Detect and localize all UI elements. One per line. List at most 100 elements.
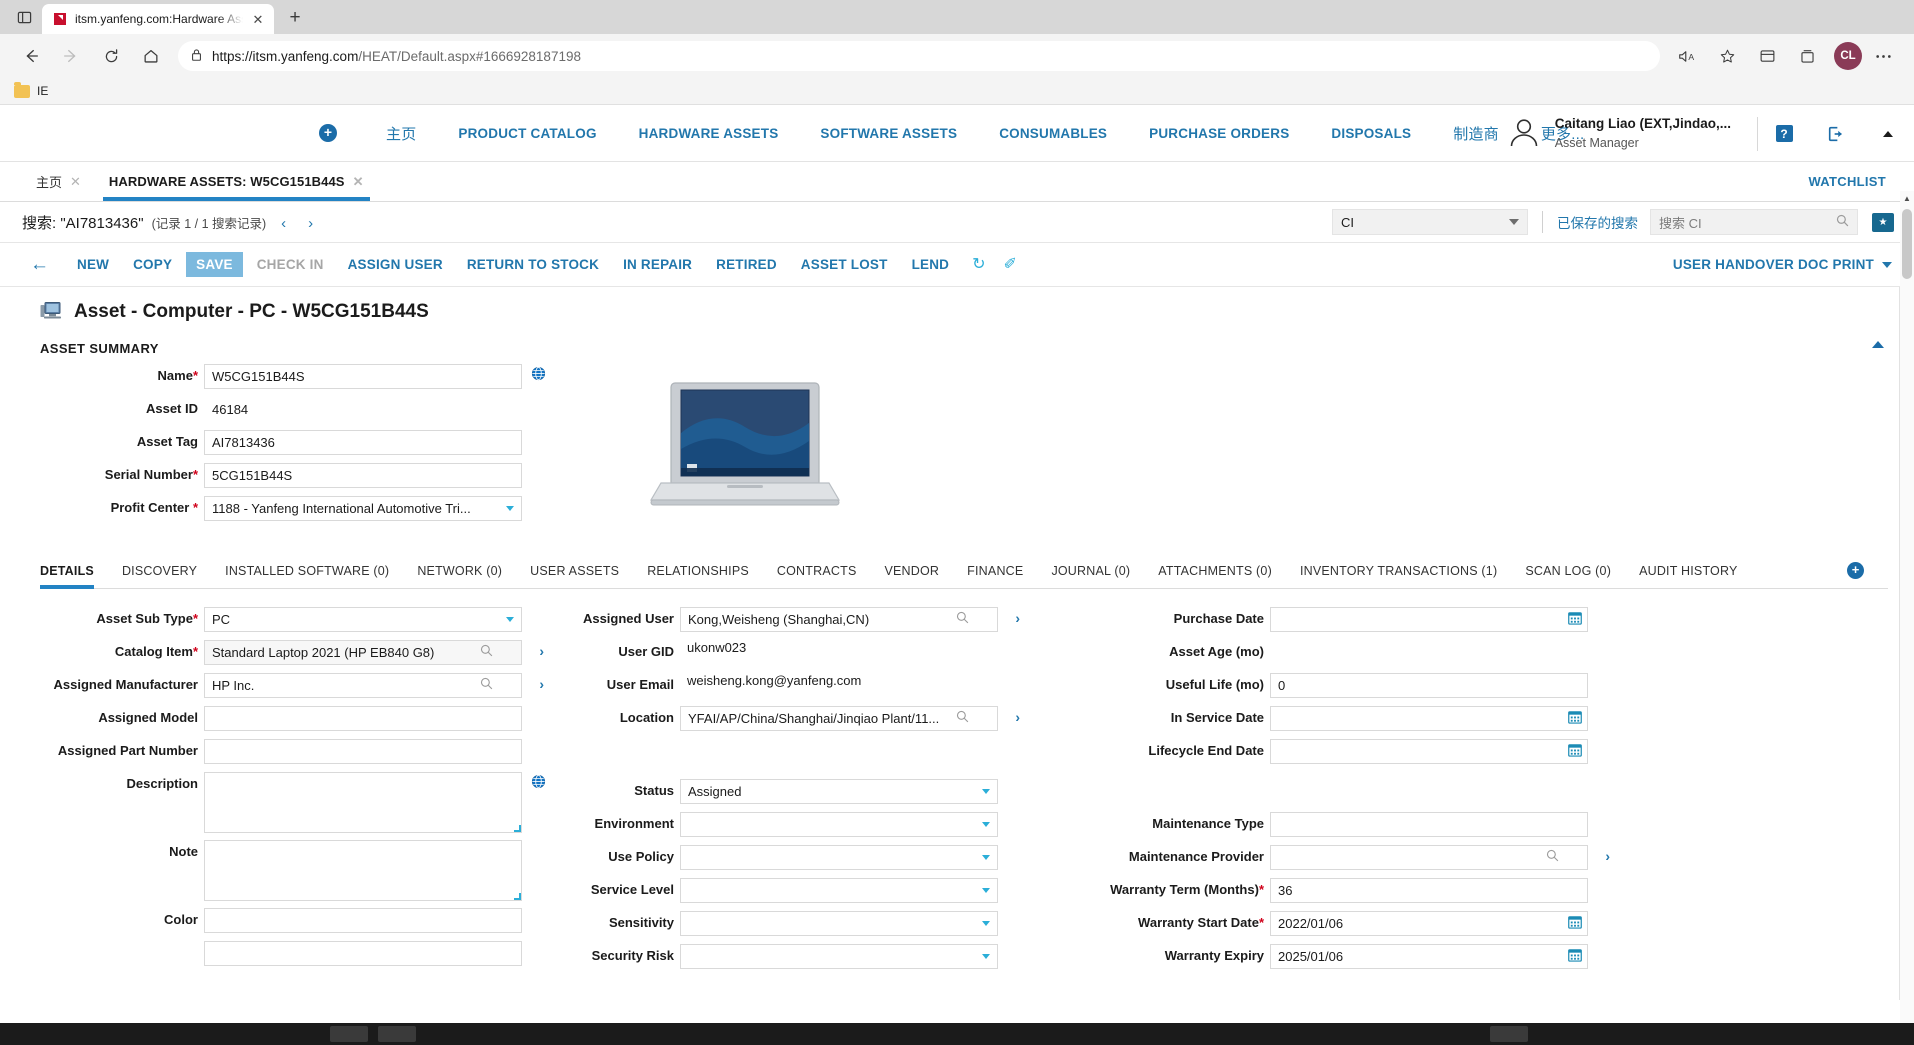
prev-record-button[interactable]: ‹ — [274, 215, 293, 232]
chevron-down-icon[interactable] — [982, 789, 990, 794]
chevron-down-icon[interactable] — [982, 954, 990, 959]
next-field-input[interactable] — [204, 941, 522, 966]
calendar-icon[interactable] — [1568, 710, 1582, 726]
topnav-item-product-catalog[interactable]: PRODUCT CATALOG — [437, 126, 617, 141]
chevron-down-icon[interactable] — [982, 822, 990, 827]
chevron-down-icon[interactable] — [982, 921, 990, 926]
tab-discovery[interactable]: DISCOVERY — [108, 564, 211, 588]
help-button[interactable]: ? — [1758, 105, 1810, 162]
assign-user-button[interactable]: ASSIGN USER — [338, 252, 453, 277]
catalog-item-input[interactable]: Standard Laptop 2021 (HP EB840 G8) — [204, 640, 522, 665]
tab-audit-history[interactable]: AUDIT HISTORY — [1625, 564, 1751, 588]
tab-journal[interactable]: JOURNAL (0) — [1037, 564, 1144, 588]
tab-details[interactable]: DETAILS — [40, 564, 108, 589]
tab-network[interactable]: NETWORK (0) — [403, 564, 516, 588]
chevron-down-icon[interactable] — [506, 506, 514, 511]
tab-scan-log[interactable]: SCAN LOG (0) — [1511, 564, 1625, 588]
collections-icon[interactable] — [1788, 40, 1826, 72]
logout-button[interactable] — [1810, 105, 1862, 162]
pin-icon[interactable]: ✐ — [995, 256, 1026, 273]
in-repair-button[interactable]: IN REPAIR — [613, 252, 702, 277]
purchase-date-input[interactable] — [1270, 607, 1588, 632]
chevron-down-icon[interactable] — [982, 855, 990, 860]
close-icon[interactable]: ✕ — [70, 174, 81, 190]
sensitivity-select[interactable] — [680, 911, 998, 936]
calendar-icon[interactable] — [1568, 915, 1582, 931]
search-icon[interactable] — [956, 611, 969, 627]
close-icon[interactable]: ✕ — [353, 174, 364, 190]
settings-more-icon[interactable] — [1864, 40, 1902, 72]
useful-life-input[interactable]: 0 — [1270, 673, 1588, 698]
chevron-down-icon[interactable] — [982, 888, 990, 893]
search-icon[interactable] — [480, 644, 493, 660]
topnav-item-disposals[interactable]: DISPOSALS — [1310, 126, 1432, 141]
topnav-item-hardware-assets[interactable]: HARDWARE ASSETS — [618, 126, 800, 141]
new-button[interactable]: NEW — [67, 252, 119, 277]
favorite-star-icon[interactable] — [1708, 40, 1746, 72]
location-input[interactable]: YFAI/AP/China/Shanghai/Jinqiao Plant/11.… — [680, 706, 998, 731]
asset-sub-type-select[interactable]: PC — [204, 607, 522, 632]
reload-icon[interactable] — [92, 40, 130, 72]
topnav-item-software-assets[interactable]: SOFTWARE ASSETS — [799, 126, 978, 141]
back-icon[interactable] — [12, 40, 50, 72]
chevron-right-icon[interactable]: › — [1605, 848, 1610, 864]
chevron-right-icon[interactable]: › — [1015, 709, 1020, 725]
scrollbar-thumb[interactable] — [1902, 209, 1912, 279]
topnav-item-consumables[interactable]: CONSUMABLES — [978, 126, 1128, 141]
tab-contracts[interactable]: CONTRACTS — [763, 564, 871, 588]
search-input-wrap[interactable]: 搜索 CI — [1650, 209, 1858, 235]
taskbar-item[interactable] — [1490, 1026, 1528, 1042]
browser-tab[interactable]: itsm.yanfeng.com:Hardware Asse ✕ — [42, 4, 274, 34]
search-icon[interactable] — [956, 710, 969, 726]
saved-search-folder-icon[interactable] — [1872, 212, 1894, 232]
tab-list-icon[interactable] — [6, 0, 42, 34]
profile-avatar[interactable]: CL — [1834, 42, 1862, 70]
status-select[interactable]: Assigned — [680, 779, 998, 804]
favorites-bar-icon[interactable] — [1748, 40, 1786, 72]
serial-number-input[interactable]: 5CG151B44S — [204, 463, 522, 488]
chevron-right-icon[interactable]: › — [539, 643, 544, 659]
calendar-icon[interactable] — [1568, 611, 1582, 627]
warranty-term-input[interactable]: 36 — [1270, 878, 1588, 903]
maintenance-type-input[interactable] — [1270, 812, 1588, 837]
tab-user-assets[interactable]: USER ASSETS — [516, 564, 633, 588]
tab-attachments[interactable]: ATTACHMENTS (0) — [1144, 564, 1286, 588]
chevron-down-icon[interactable] — [506, 617, 514, 622]
return-to-stock-button[interactable]: RETURN TO STOCK — [457, 252, 609, 277]
asset-lost-button[interactable]: ASSET LOST — [791, 252, 898, 277]
resize-handle[interactable] — [514, 825, 521, 832]
assigned-model-input[interactable] — [204, 706, 522, 731]
tab-relationships[interactable]: RELATIONSHIPS — [633, 564, 763, 588]
scroll-up-icon[interactable]: ▲ — [1900, 191, 1914, 206]
topnav-item-purchase-orders[interactable]: PURCHASE ORDERS — [1128, 126, 1310, 141]
calendar-icon[interactable] — [1568, 743, 1582, 759]
save-button[interactable]: SAVE — [186, 252, 243, 277]
read-aloud-icon[interactable]: A — [1668, 40, 1706, 72]
warranty-expiry-input[interactable]: 2025/01/06 — [1270, 944, 1588, 969]
service-level-select[interactable] — [680, 878, 998, 903]
lend-button[interactable]: LEND — [902, 252, 960, 277]
globe-icon[interactable] — [531, 774, 546, 792]
tab-finance[interactable]: FINANCE — [953, 564, 1037, 588]
saved-search-link[interactable]: 已保存的搜索 — [1557, 212, 1638, 232]
security-risk-select[interactable] — [680, 944, 998, 969]
next-record-button[interactable]: › — [301, 215, 320, 232]
copy-button[interactable]: COPY — [123, 252, 182, 277]
add-tab-icon[interactable]: + — [1847, 562, 1864, 579]
chevron-right-icon[interactable]: › — [1015, 610, 1020, 626]
tab-inventory-transactions[interactable]: INVENTORY TRANSACTIONS (1) — [1286, 564, 1511, 588]
chevron-right-icon[interactable]: › — [539, 676, 544, 692]
address-bar[interactable]: https://itsm.yanfeng.com/HEAT/Default.as… — [178, 41, 1660, 71]
assigned-user-input[interactable]: Kong,Weisheng (Shanghai,CN) — [680, 607, 998, 632]
search-scope-select[interactable]: CI — [1332, 209, 1528, 235]
name-input[interactable]: W5CG151B44S — [204, 364, 522, 389]
new-tab-button[interactable]: + — [280, 3, 310, 33]
retired-button[interactable]: RETIRED — [706, 252, 787, 277]
color-input[interactable] — [204, 908, 522, 933]
user-handover-doc-print-button[interactable]: USER HANDOVER DOC PRINT — [1673, 243, 1892, 286]
warranty-start-date-input[interactable]: 2022/01/06 — [1270, 911, 1588, 936]
asset-tag-input[interactable]: AI7813436 — [204, 430, 522, 455]
search-input[interactable]: 搜索 CI — [1659, 213, 1702, 232]
use-policy-select[interactable] — [680, 845, 998, 870]
assigned-manufacturer-input[interactable]: HP Inc. — [204, 673, 522, 698]
